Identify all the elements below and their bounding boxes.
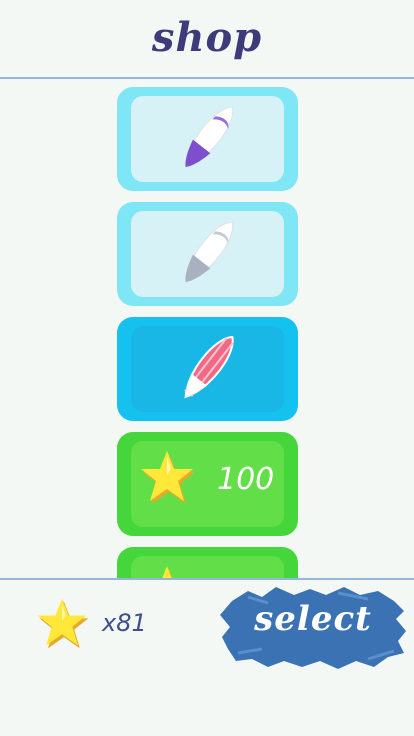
header-divider	[0, 77, 414, 79]
shop-item-card-locked[interactable]: 100	[117, 432, 298, 536]
coin-count: x81	[102, 609, 147, 637]
surfboard-pink-icon	[184, 336, 234, 399]
select-button[interactable]: select	[218, 583, 408, 671]
star-icon	[37, 598, 89, 649]
shop-item-card[interactable]	[117, 87, 298, 191]
footer: x81 select	[0, 581, 414, 736]
surfboard-purple-icon	[185, 106, 234, 168]
surfboard-gray-icon	[185, 221, 234, 283]
select-button-label: select	[254, 599, 372, 639]
item-price: 100	[217, 462, 275, 497]
shop-item-card-selected[interactable]	[117, 317, 298, 421]
shop-item-card[interactable]	[117, 202, 298, 306]
shop-item-card-locked[interactable]	[117, 547, 298, 578]
star-icon	[162, 566, 173, 578]
page-title: shop	[151, 13, 263, 61]
footer-divider	[0, 578, 414, 580]
star-icon	[141, 451, 195, 504]
header: shop	[0, 0, 414, 78]
shop-item-list[interactable]: 100	[0, 80, 414, 578]
